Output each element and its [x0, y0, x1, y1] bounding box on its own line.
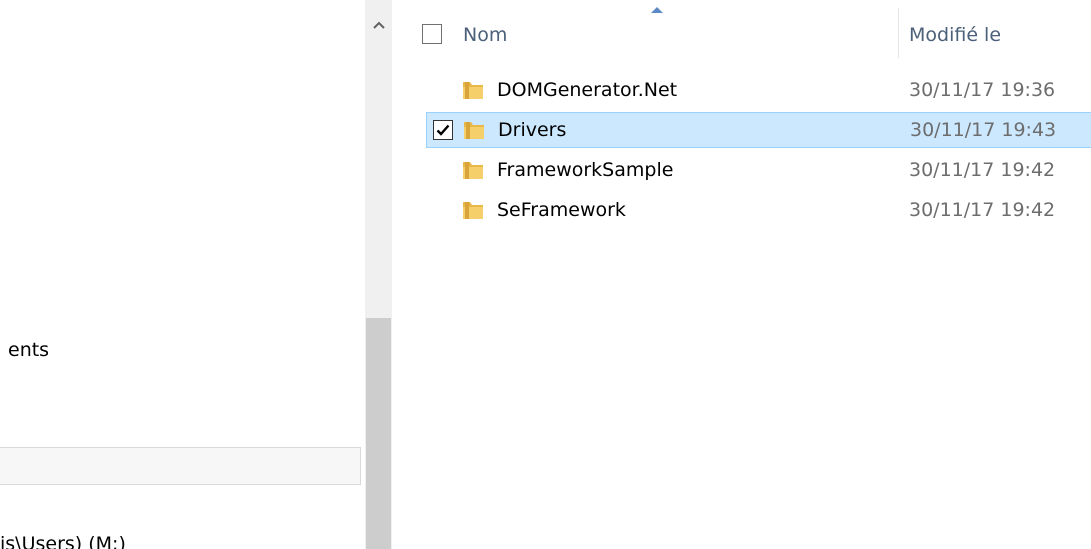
- file-name[interactable]: SeFramework: [497, 199, 626, 221]
- column-header-row: Nom Modifié le: [392, 0, 1091, 64]
- scroll-up-button[interactable]: [365, 10, 392, 40]
- file-row-selected[interactable]: Drivers 30/11/17 19:43: [426, 112, 1091, 148]
- nav-item-selected[interactable]: [0, 447, 361, 485]
- file-row[interactable]: SeFramework 30/11/17 19:42: [426, 193, 1091, 229]
- column-header-name[interactable]: Nom: [463, 24, 507, 46]
- folder-icon: [463, 162, 483, 179]
- nav-item-drive[interactable]: is\Users) (M:): [0, 533, 126, 549]
- file-modified: 30/11/17 19:42: [909, 159, 1056, 181]
- file-list: Nom Modifié le DOMGenerator.Net 30/11/17…: [392, 0, 1091, 549]
- file-name[interactable]: Drivers: [498, 119, 566, 141]
- file-modified: 30/11/17 19:36: [909, 79, 1056, 101]
- file-modified: 30/11/17 19:43: [910, 119, 1057, 141]
- column-header-modified[interactable]: Modifié le: [909, 24, 1001, 46]
- sort-ascending-icon: [651, 7, 663, 13]
- nav-item-partial[interactable]: ents: [8, 339, 49, 361]
- folder-icon: [464, 122, 484, 139]
- file-modified: 30/11/17 19:42: [909, 199, 1056, 221]
- checkmark-icon: [436, 124, 450, 136]
- navigation-pane: ents is\Users) (M:): [0, 0, 365, 549]
- select-all-checkbox[interactable]: [422, 24, 442, 44]
- folder-icon: [463, 82, 483, 99]
- column-divider[interactable]: [898, 8, 899, 58]
- file-row[interactable]: FrameworkSample 30/11/17 19:42: [426, 153, 1091, 189]
- file-name[interactable]: FrameworkSample: [497, 159, 673, 181]
- chevron-up-icon: [372, 21, 385, 29]
- file-name[interactable]: DOMGenerator.Net: [497, 79, 677, 101]
- nav-scrollbar[interactable]: [365, 0, 392, 549]
- folder-icon: [463, 202, 483, 219]
- file-row[interactable]: DOMGenerator.Net 30/11/17 19:36: [426, 73, 1091, 109]
- scroll-thumb[interactable]: [366, 318, 391, 549]
- row-checkbox[interactable]: [433, 120, 453, 140]
